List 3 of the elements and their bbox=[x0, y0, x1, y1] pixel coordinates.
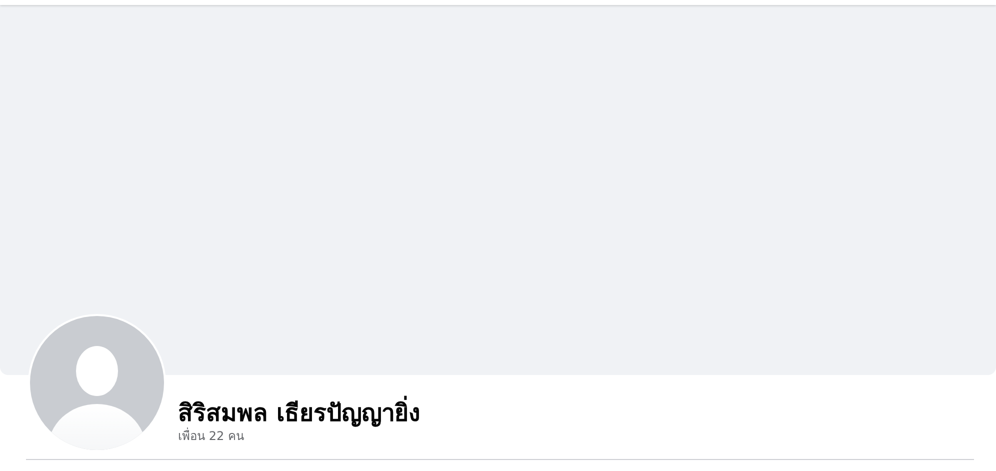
friend-count[interactable]: เพื่อน 22 คน bbox=[178, 428, 420, 444]
avatar-icon bbox=[27, 313, 167, 453]
profile-name: สิริสมพล เธียรปัญญายิ่ง bbox=[178, 398, 420, 428]
